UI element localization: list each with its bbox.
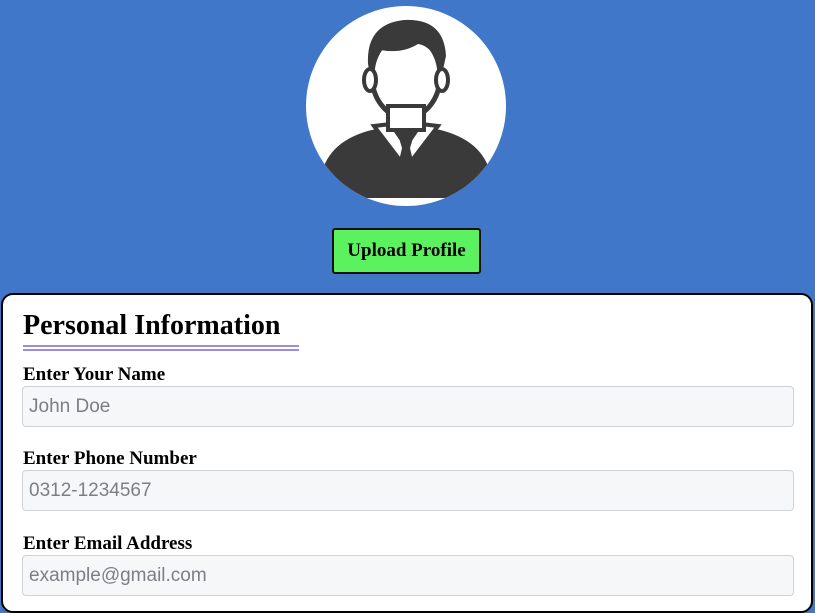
personal-information-card: Personal Information Enter Your Name Ent…	[1, 293, 813, 613]
section-title: Personal Information	[23, 310, 281, 341]
title-underline	[23, 345, 299, 351]
user-avatar-icon	[324, 19, 488, 198]
email-input[interactable]	[22, 555, 794, 596]
upload-profile-button[interactable]: Upload Profile	[332, 228, 481, 274]
email-label: Enter Email Address	[23, 533, 193, 554]
name-input[interactable]	[22, 386, 794, 427]
phone-input[interactable]	[22, 470, 794, 511]
name-label: Enter Your Name	[23, 364, 166, 385]
profile-avatar	[306, 6, 506, 206]
phone-label: Enter Phone Number	[23, 448, 197, 469]
